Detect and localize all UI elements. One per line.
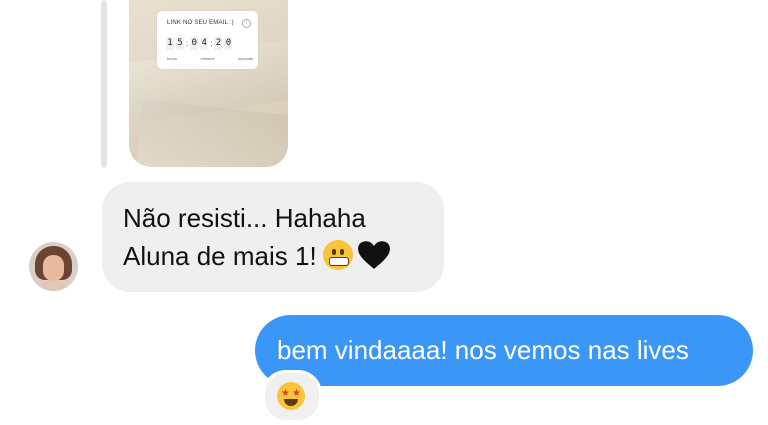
countdown-units: hours minutes seconds	[167, 56, 253, 61]
countdown-sticker: LINK NO SEU EMAIL :) i 1 5 : 0 4 : 2 0 h…	[157, 11, 258, 69]
countdown-digit: 4	[200, 37, 209, 50]
countdown-digit: 2	[214, 37, 223, 50]
countdown-separator: :	[210, 39, 213, 48]
outgoing-message-bubble[interactable]: bem vindaaaa! nos vemos nas lives	[255, 315, 753, 386]
countdown-title: LINK NO SEU EMAIL :)	[167, 20, 234, 26]
countdown-digit: 0	[190, 37, 199, 50]
countdown-digit: 5	[176, 37, 184, 50]
chat-thread: LINK NO SEU EMAIL :) i 1 5 : 0 4 : 2 0 h…	[0, 0, 768, 425]
countdown-digit: 0	[224, 37, 233, 50]
info-icon: i	[242, 19, 251, 28]
countdown-separator: :	[186, 39, 189, 48]
message-text: Aluna de mais 1!	[123, 241, 317, 271]
grimacing-face-icon	[322, 240, 353, 270]
message-text-line: Não resisti... Hahaha	[123, 203, 366, 233]
black-heart-icon	[357, 241, 390, 269]
story-reply-preview[interactable]: LINK NO SEU EMAIL :) i 1 5 : 0 4 : 2 0 h…	[129, 0, 288, 167]
countdown-digits: 1 5 : 0 4 : 2 0	[166, 37, 234, 50]
fabric-texture	[135, 99, 288, 167]
unit-minutes: minutes	[200, 56, 215, 61]
countdown-digit: 1	[166, 37, 174, 50]
message-reaction[interactable]: ★ ★	[262, 370, 322, 423]
unit-seconds: seconds	[238, 56, 253, 61]
unit-hours: hours	[167, 56, 178, 61]
message-text: bem vindaaaa! nos vemos nas lives	[277, 335, 689, 365]
avatar[interactable]	[29, 242, 78, 291]
reply-indicator-bar	[101, 0, 107, 168]
incoming-message-bubble[interactable]: Não resisti... Hahaha Aluna de mais 1!	[102, 182, 444, 292]
star-struck-icon: ★ ★	[277, 382, 305, 410]
message-text-line-2: Aluna de mais 1!	[123, 240, 391, 272]
